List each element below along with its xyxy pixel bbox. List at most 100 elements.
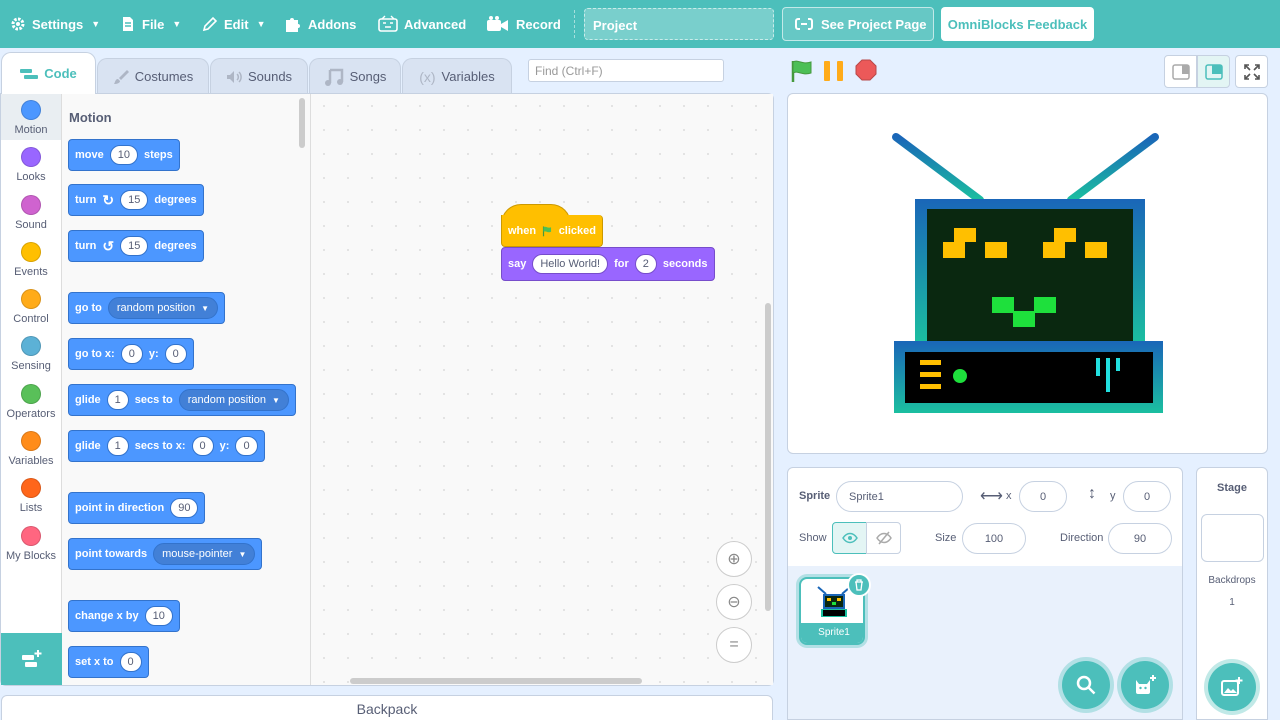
target-dropdown[interactable]: random position ▼ [107, 297, 219, 319]
sound-dot-icon [21, 195, 41, 215]
category-sensing[interactable]: Sensing [1, 330, 61, 376]
category-variables[interactable]: Variables [1, 425, 61, 471]
show-sprite-button[interactable] [832, 522, 867, 554]
category-control[interactable]: Control [1, 283, 61, 329]
point-towards-block[interactable]: point towards mouse-pointer ▼ [68, 538, 263, 570]
steps-input[interactable]: 10 [109, 145, 138, 165]
secs-input[interactable]: 1 [106, 390, 129, 410]
tab-songs[interactable]: Songs [309, 58, 401, 94]
find-input[interactable]: Find (Ctrl+F) [528, 59, 724, 82]
sprite-name-input[interactable]: Sprite1 [836, 481, 963, 512]
palette-scrollbar[interactable] [299, 98, 305, 148]
target-dropdown[interactable]: mouse-pointer ▼ [153, 543, 256, 565]
green-flag-button[interactable] [790, 59, 814, 86]
target-dropdown[interactable]: random position ▼ [178, 389, 289, 411]
category-operators[interactable]: Operators [1, 378, 61, 424]
addons-label: Addons [308, 16, 357, 32]
file-menu[interactable]: File ▼ [120, 0, 181, 48]
chevron-down-icon: ▼ [91, 19, 101, 29]
zoom-in-button[interactable]: ⊕ [716, 541, 752, 577]
go-to-xy-block[interactable]: go to x: 0 y: 0 [68, 338, 194, 370]
category-my-blocks[interactable]: My Blocks [1, 520, 61, 566]
stage-canvas[interactable] [787, 93, 1268, 454]
change-x-block[interactable]: change x by 10 [68, 600, 180, 632]
glide-to-block[interactable]: glide 1 secs to random position ▼ [68, 384, 296, 416]
tab-code[interactable]: Code [1, 52, 96, 94]
category-motion[interactable]: Motion [1, 94, 61, 140]
feedback-button[interactable]: OmniBlocks Feedback [941, 7, 1094, 41]
search-icon [1076, 675, 1096, 695]
stage-selector[interactable]: Stage Backdrops 1 [1196, 467, 1268, 720]
message-input[interactable]: Hello World! [532, 254, 609, 274]
move-steps-block[interactable]: move 10 steps [68, 139, 180, 171]
turn-right-block[interactable]: turn ↻ 15 degrees [68, 184, 204, 216]
point-in-direction-block[interactable]: point in direction 90 [68, 492, 206, 524]
workspace-horizontal-scrollbar[interactable] [350, 678, 642, 684]
block-text: clicked [558, 224, 596, 237]
normal-stage-button[interactable] [1197, 55, 1230, 88]
add-extension-button[interactable] [1, 633, 62, 685]
project-title-input[interactable]: Project [584, 8, 774, 40]
tab-variables[interactable]: (x) Variables [402, 58, 512, 94]
search-sprite-button[interactable] [1062, 661, 1110, 709]
choose-backdrop-button[interactable] [1208, 663, 1256, 711]
record-button[interactable]: Record [486, 0, 561, 48]
choose-sprite-button[interactable] [1121, 661, 1169, 709]
fullscreen-button[interactable] [1235, 55, 1268, 88]
see-project-page-button[interactable]: See Project Page [782, 7, 934, 41]
set-x-block[interactable]: set x to 0 [68, 646, 149, 678]
glide-to-xy-block[interactable]: glide 1 secs to x: 0 y: 0 [68, 430, 265, 462]
advanced-button[interactable]: Advanced [378, 0, 466, 48]
y-input[interactable]: 0 [235, 436, 258, 456]
file-icon [123, 17, 133, 31]
say-for-secs-block[interactable]: say Hello World! for 2 seconds [501, 247, 715, 281]
when-flag-clicked-block[interactable]: when clicked [501, 215, 603, 247]
edit-menu[interactable]: Edit ▼ [202, 0, 265, 48]
pause-button[interactable] [823, 60, 845, 85]
settings-menu[interactable]: Settings ▼ [10, 0, 100, 48]
degrees-input[interactable]: 15 [120, 190, 149, 210]
small-stage-button[interactable] [1164, 55, 1197, 88]
size-input[interactable]: 100 [962, 523, 1026, 554]
turn-left-block[interactable]: turn ↺ 15 degrees [68, 230, 204, 262]
category-looks[interactable]: Looks [1, 141, 61, 187]
reset-zoom-icon: = [729, 636, 739, 653]
x-input[interactable]: 0 [191, 436, 214, 456]
backpack-header[interactable]: Backpack [1, 695, 773, 720]
category-sound[interactable]: Sound [1, 189, 61, 235]
music-note-icon [324, 68, 343, 86]
addons-button[interactable]: Addons [284, 0, 356, 48]
x-input[interactable]: 0 [120, 344, 143, 364]
hide-sprite-button[interactable] [866, 522, 901, 554]
script-area[interactable] [312, 94, 773, 685]
category-lists[interactable]: Lists [1, 472, 61, 518]
secs-input[interactable]: 1 [106, 436, 129, 456]
tab-variables-label: Variables [441, 69, 495, 84]
y-input[interactable]: 0 [164, 344, 187, 364]
zoom-reset-button[interactable]: = [716, 627, 752, 663]
delete-sprite-button[interactable] [847, 573, 871, 597]
y-position-input[interactable]: 0 [1123, 481, 1171, 512]
x-position-input[interactable]: 0 [1019, 481, 1067, 512]
stop-button[interactable] [855, 59, 877, 84]
category-label: Sound [15, 219, 47, 231]
x-change-input[interactable]: 10 [144, 606, 173, 626]
zoom-out-button[interactable]: ⊖ [716, 584, 752, 620]
go-to-block[interactable]: go to random position ▼ [68, 292, 226, 324]
degrees-input[interactable]: 15 [120, 236, 149, 256]
tab-songs-label: Songs [349, 69, 387, 84]
menu-bar: Settings ▼ File ▼ Edit ▼ Addons Advanced Re… [0, 0, 1280, 48]
seconds-input[interactable]: 2 [634, 254, 657, 274]
direction-input[interactable]: 90 [170, 498, 199, 518]
dropdown-arrow-icon: ▼ [238, 549, 247, 559]
x-input[interactable]: 0 [119, 652, 142, 672]
workspace-vertical-scrollbar[interactable] [765, 303, 771, 611]
direction-label: Direction [1060, 532, 1104, 544]
tab-sounds[interactable]: Sounds [210, 58, 308, 94]
block-text: secs to x: [134, 440, 186, 452]
category-events[interactable]: Events [1, 236, 61, 282]
control-dot-icon [21, 289, 41, 309]
tab-costumes[interactable]: Costumes [97, 58, 209, 94]
edit-label: Edit [224, 16, 249, 32]
direction-input[interactable]: 90 [1108, 523, 1172, 554]
